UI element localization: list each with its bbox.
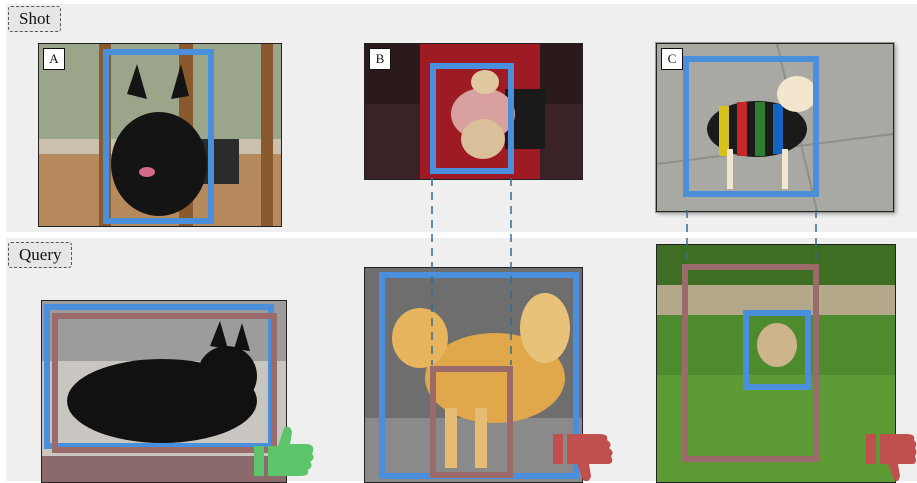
thumbs-down-icon <box>553 434 613 481</box>
thumbs-down-icon <box>866 434 917 481</box>
feedback-icons <box>254 426 917 481</box>
thumbs-up-icon <box>254 426 314 476</box>
